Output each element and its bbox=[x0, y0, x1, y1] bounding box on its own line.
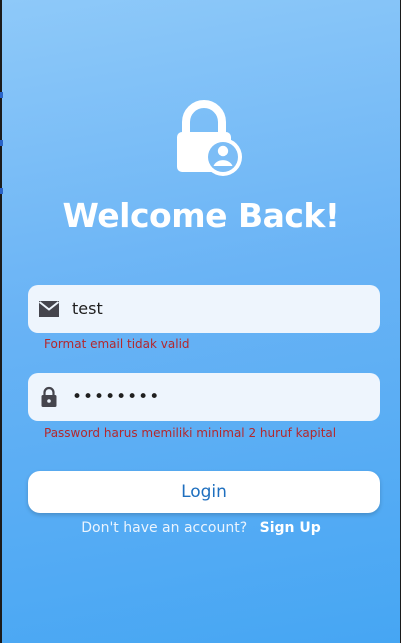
edge-mark bbox=[0, 188, 3, 194]
password-field[interactable]: •••••••• bbox=[28, 373, 380, 421]
lock-icon bbox=[41, 386, 57, 407]
email-error-text: Format email tidak valid bbox=[44, 337, 190, 351]
signup-link[interactable]: Sign Up bbox=[260, 520, 321, 536]
edge-mark bbox=[0, 92, 3, 98]
email-field[interactable]: test bbox=[28, 285, 380, 333]
signup-prompt: Don't have an account? bbox=[81, 520, 248, 536]
signup-row: Don't have an account? Sign Up bbox=[2, 520, 400, 536]
email-input-value[interactable]: test bbox=[72, 285, 103, 333]
page-title: Welcome Back! bbox=[62, 196, 340, 235]
edge-mark bbox=[0, 140, 3, 146]
login-screen: Welcome Back! test Format email tidak va… bbox=[0, 0, 401, 643]
lock-user-icon bbox=[177, 100, 242, 176]
login-button[interactable]: Login bbox=[28, 471, 380, 513]
mail-icon bbox=[38, 301, 60, 317]
password-input-value[interactable]: •••••••• bbox=[72, 373, 160, 421]
password-error-text: Password harus memiliki minimal 2 huruf … bbox=[44, 426, 337, 440]
